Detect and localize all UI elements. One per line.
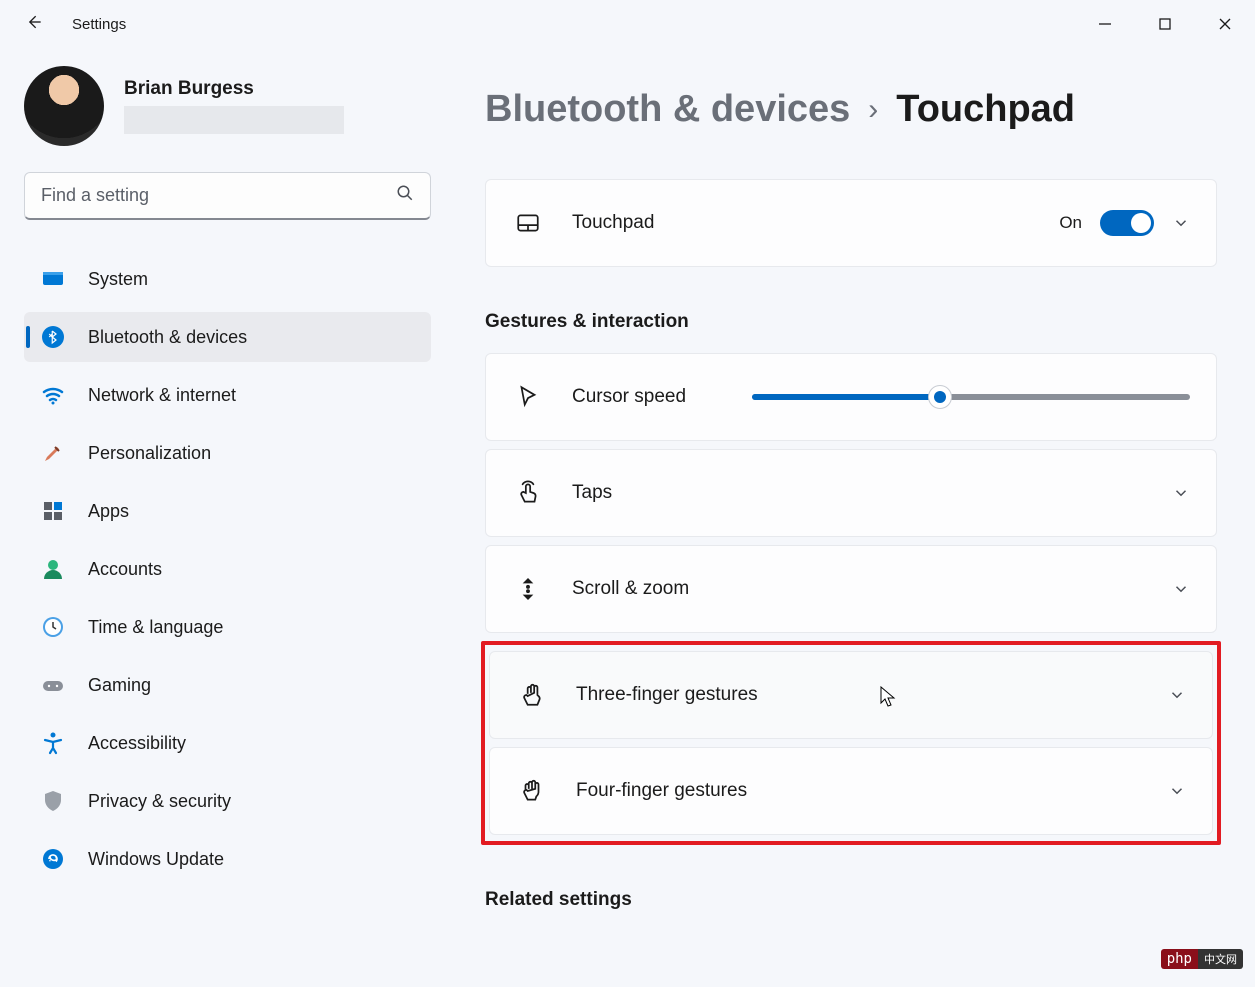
scroll-zoom-label: Scroll & zoom: [572, 578, 1172, 600]
taps-label: Taps: [572, 482, 1172, 504]
chevron-down-icon[interactable]: [1168, 686, 1186, 704]
nav-label: Bluetooth & devices: [88, 327, 247, 348]
nav-update[interactable]: Windows Update: [24, 834, 431, 884]
nav-personalization[interactable]: Personalization: [24, 428, 431, 478]
chevron-down-icon[interactable]: [1168, 782, 1186, 800]
gamepad-icon: [40, 672, 66, 698]
update-icon: [40, 846, 66, 872]
nav-label: Network & internet: [88, 385, 236, 406]
chevron-down-icon[interactable]: [1172, 484, 1190, 502]
avatar: [24, 66, 104, 146]
shield-icon: [40, 788, 66, 814]
breadcrumb-parent[interactable]: Bluetooth & devices: [485, 88, 850, 131]
system-icon: [40, 266, 66, 292]
taps-card[interactable]: Taps: [485, 449, 1217, 537]
app-title: Settings: [72, 16, 126, 33]
three-finger-card[interactable]: Three-finger gestures: [489, 651, 1213, 739]
minimize-button[interactable]: [1075, 0, 1135, 48]
profile-email-redacted: [124, 106, 344, 134]
accessibility-icon: [40, 730, 66, 756]
nav-label: Time & language: [88, 617, 223, 638]
nav-label: Privacy & security: [88, 791, 231, 812]
back-button[interactable]: [24, 12, 44, 37]
content-area: Bluetooth & devices › Touchpad Touchpad …: [455, 48, 1255, 987]
clock-icon: [40, 614, 66, 640]
nav-list: System Bluetooth & devices Network & int…: [24, 254, 431, 892]
scroll-zoom-card[interactable]: Scroll & zoom: [485, 545, 1217, 633]
search-icon: [396, 184, 414, 207]
nav-gaming[interactable]: Gaming: [24, 660, 431, 710]
nav-privacy[interactable]: Privacy & security: [24, 776, 431, 826]
nav-accessibility[interactable]: Accessibility: [24, 718, 431, 768]
nav-bluetooth[interactable]: Bluetooth & devices: [24, 312, 431, 362]
slider-fill: [752, 394, 940, 400]
person-icon: [40, 556, 66, 582]
highlight-annotation: Three-finger gestures Four-finger gestur…: [481, 641, 1221, 845]
nav-label: Windows Update: [88, 849, 224, 870]
nav-label: Accounts: [88, 559, 162, 580]
touchpad-toggle[interactable]: [1100, 210, 1154, 236]
sidebar: Brian Burgess System Bluetooth & devices…: [0, 48, 455, 987]
nav-label: System: [88, 269, 148, 290]
paintbrush-icon: [40, 440, 66, 466]
slider-thumb[interactable]: [928, 385, 952, 409]
watermark-badge: php 中文网: [1161, 949, 1243, 969]
nav-time[interactable]: Time & language: [24, 602, 431, 652]
nav-label: Personalization: [88, 443, 211, 464]
three-finger-label: Three-finger gestures: [576, 684, 1168, 706]
badge-cn: 中文网: [1198, 949, 1243, 969]
nav-label: Accessibility: [88, 733, 186, 754]
hand-icon: [516, 778, 548, 804]
nav-label: Apps: [88, 501, 129, 522]
badge-php: php: [1161, 949, 1198, 969]
section-gestures-title: Gestures & interaction: [485, 311, 1217, 333]
profile-name: Brian Burgess: [124, 78, 431, 100]
section-related-title: Related settings: [485, 889, 1217, 911]
nav-accounts[interactable]: Accounts: [24, 544, 431, 594]
apps-icon: [40, 498, 66, 524]
toggle-state-label: On: [1059, 213, 1082, 233]
touchpad-icon: [512, 210, 544, 236]
titlebar: Settings: [0, 0, 1255, 48]
nav-system[interactable]: System: [24, 254, 431, 304]
wifi-icon: [40, 382, 66, 408]
touchpad-label: Touchpad: [572, 212, 1059, 234]
breadcrumb-current: Touchpad: [896, 88, 1075, 131]
breadcrumb: Bluetooth & devices › Touchpad: [485, 88, 1217, 131]
chevron-down-icon[interactable]: [1172, 214, 1190, 232]
chevron-down-icon[interactable]: [1172, 580, 1190, 598]
scroll-icon: [512, 576, 544, 602]
nav-network[interactable]: Network & internet: [24, 370, 431, 420]
search-input[interactable]: [41, 185, 396, 206]
four-finger-card[interactable]: Four-finger gestures: [489, 747, 1213, 835]
cursor-speed-label: Cursor speed: [572, 386, 712, 408]
bluetooth-icon: [40, 324, 66, 350]
tap-icon: [512, 480, 544, 506]
four-finger-label: Four-finger gestures: [576, 780, 1168, 802]
close-button[interactable]: [1195, 0, 1255, 48]
window-controls: [1075, 0, 1255, 48]
cursor-speed-card[interactable]: Cursor speed: [485, 353, 1217, 441]
hand-icon: [516, 682, 548, 708]
touchpad-card[interactable]: Touchpad On: [485, 179, 1217, 267]
profile-block[interactable]: Brian Burgess: [24, 66, 431, 146]
cursor-icon: [512, 384, 544, 410]
chevron-right-icon: ›: [868, 93, 878, 127]
maximize-button[interactable]: [1135, 0, 1195, 48]
nav-label: Gaming: [88, 675, 151, 696]
search-box[interactable]: [24, 172, 431, 220]
nav-apps[interactable]: Apps: [24, 486, 431, 536]
cursor-speed-slider[interactable]: [752, 394, 1190, 400]
